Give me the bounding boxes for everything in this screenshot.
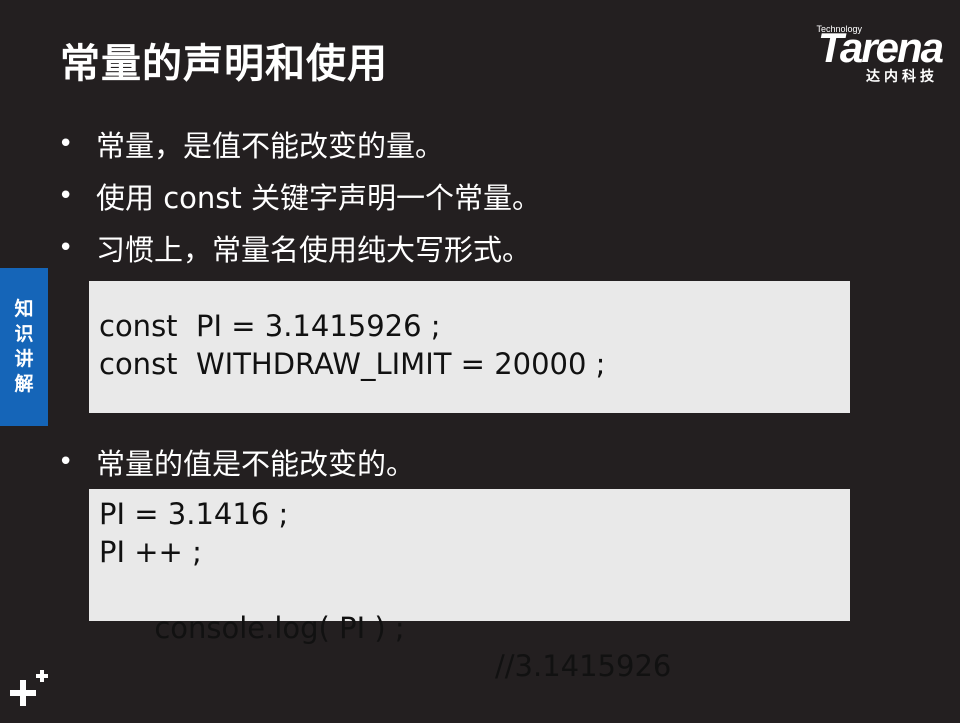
bullet-text: 常量的值是不能改变的。 <box>96 447 416 481</box>
bullet-text: 常量，是值不能改变的量。 <box>96 129 445 163</box>
bullet-item: • 常量的值是不能改变的。 <box>58 436 415 488</box>
bullet-item: • 使用 const 关键字声明一个常量。 <box>58 170 541 222</box>
logo-brand-text: Tarena <box>817 24 944 71</box>
bullet-dot: • <box>58 447 74 477</box>
bullet-item: • 常量，是值不能改变的量。 <box>58 118 541 170</box>
code-block-reassign: PI = 3.1416 ; PI ++ ; console.log( PI ) … <box>89 489 850 683</box>
code-block-declaration: const PI = 3.1415926 ; const WITHDRAW_LI… <box>89 281 850 413</box>
side-tab-char: 知 <box>14 298 34 320</box>
bullet-dot: • <box>58 233 74 263</box>
bullet-item: • 习惯上，常量名使用纯大写形式。 <box>58 222 541 274</box>
code-line: console.log( PI ) ; //3.1415926 <box>99 571 850 683</box>
code-line: PI ++ ; <box>99 535 202 569</box>
code-line: PI = 3.1416 ; <box>99 497 289 531</box>
bullet-text: 习惯上，常量名使用纯大写形式。 <box>96 233 532 267</box>
side-tab-char: 识 <box>14 323 34 345</box>
bullet-dot: • <box>58 129 74 159</box>
plus-decoration-icon <box>10 670 48 706</box>
code-comment: //3.1415926 <box>495 649 672 683</box>
logo-chinese-text: 达内科技 <box>866 69 938 85</box>
side-tab-char: 解 <box>14 373 34 395</box>
tarena-logo: Technology Tarena 达内科技 <box>772 22 944 85</box>
knowledge-explanation-tab: 知 识 讲 解 <box>0 268 48 426</box>
slide-title: 常量的声明和使用 <box>60 41 388 87</box>
bullet-text: 使用 const 关键字声明一个常量。 <box>96 181 541 215</box>
code-text: console.log( PI ) ; <box>154 611 405 645</box>
bullet-list: • 常量，是值不能改变的量。 • 使用 const 关键字声明一个常量。 • 习… <box>58 118 541 274</box>
code-line: const WITHDRAW_LIMIT = 20000 ; <box>99 347 606 381</box>
slide: 常量的声明和使用 Technology Tarena 达内科技 • 常量，是值不… <box>0 0 960 720</box>
code-line: const PI = 3.1415926 ; <box>99 309 441 343</box>
side-tab-char: 讲 <box>14 348 34 370</box>
bullet-dot: • <box>58 181 74 211</box>
